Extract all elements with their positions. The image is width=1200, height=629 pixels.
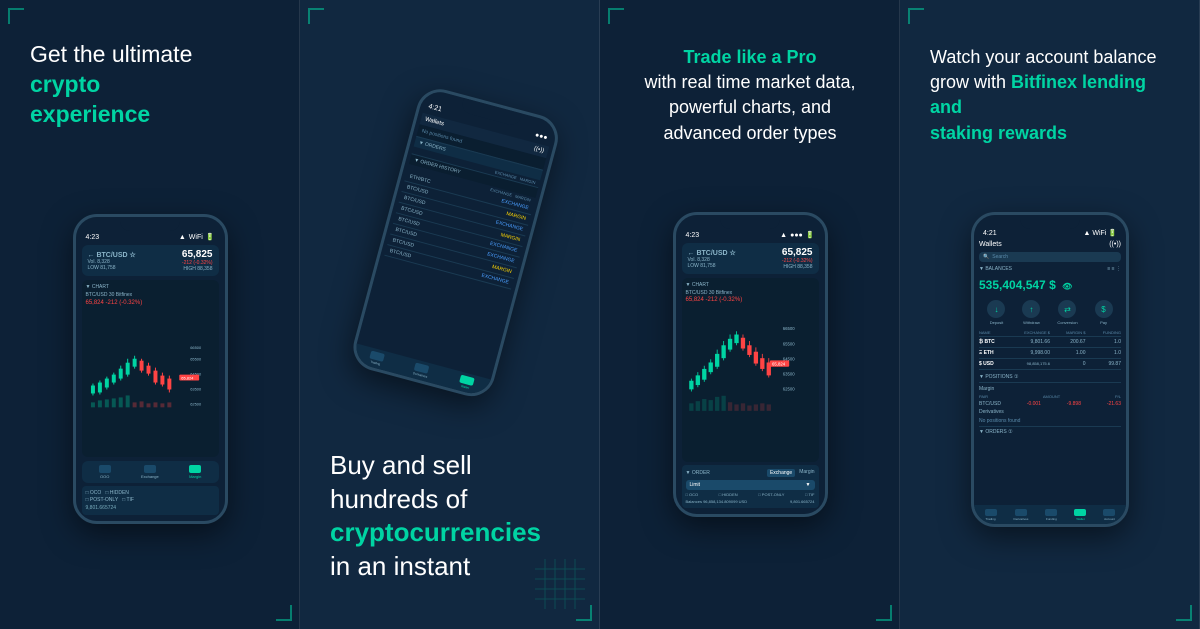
panel2-text: Buy and sell hundreds of cryptocurrencie… <box>330 449 570 584</box>
tab-derivatives-4: Derivatives <box>1014 509 1029 521</box>
tab-funding-4: Funding <box>1045 509 1057 521</box>
corner-bracket-tl-4 <box>908 8 924 24</box>
panel1-headline: Get the ultimate crypto experience <box>30 40 192 130</box>
svg-text:62500: 62500 <box>782 387 795 392</box>
bottom-nav-2: Trading Derivatives Wallet <box>351 343 490 397</box>
svg-text:65,824: 65,824 <box>181 376 194 381</box>
tab-exchange: OOO <box>99 465 111 479</box>
tab-margin: Margin <box>189 465 201 479</box>
position-row-1: BTC/USD -0.001 -9.898 -21.63 <box>979 400 1121 408</box>
phone-screen: 4:23 ▲ WiFi 🔋 ← BTC/USD ☆ <box>76 217 225 521</box>
svg-text:63500: 63500 <box>190 387 202 392</box>
action-buttons: ↓ Deposit ↑ Withdraw ⇄ Conversion $ <box>979 300 1121 325</box>
order-checkboxes: □ OCO □ HIDDEN <box>86 490 215 496</box>
chart-svg-3: 66500 65500 64500 63500 62500 <box>686 304 815 436</box>
conversion-btn: ⇄ Conversion <box>1057 300 1077 325</box>
bottom-nav-4: Trading Derivatives Funding Wallet <box>974 505 1126 524</box>
corner-bracket-tl <box>8 8 24 24</box>
btc-header-3: ← BTC/USD ☆ Vol. 8,328 LOW 81,758 65,825… <box>682 243 819 274</box>
panel-3: Trade like a Pro with real time market d… <box>600 0 900 629</box>
svg-text:63500: 63500 <box>782 372 795 377</box>
phone-mockup-3: 4:23 ▲ ●●● 🔋 ← BTC/USD ☆ Vol. 8,328 <box>673 212 828 517</box>
panel3-headline: Trade like a Pro with real time market d… <box>630 45 870 146</box>
wallets-header: Wallets ((•)) <box>979 241 1121 248</box>
phone-mockup-2: 4:21 ●●● Wallets ((•)) No positions foun… <box>348 84 563 402</box>
tab-wallet-4: Wallet <box>1074 509 1086 521</box>
status-bar-4: 4:21 ▲ WiFi 🔋 <box>979 229 1121 237</box>
phone-4-container: 4:21 ▲ WiFi 🔋 Wallets ((•)) 🔍 Search <box>971 156 1129 584</box>
svg-text:66500: 66500 <box>782 327 795 332</box>
btc-price: 65,825 <box>182 249 213 260</box>
svg-text:65500: 65500 <box>782 342 795 347</box>
svg-text:65500: 65500 <box>190 357 202 362</box>
positions-sub-label: Margin <box>979 385 1121 393</box>
panel2-headline: Buy and sell hundreds of cryptocurrencie… <box>330 449 570 584</box>
phone-screen-3: 4:23 ▲ ●●● 🔋 ← BTC/USD ☆ Vol. 8,328 <box>676 215 825 514</box>
tab-account-4: Account <box>1103 509 1115 521</box>
phone-notch-4 <box>1020 215 1080 229</box>
phone-notch-3 <box>720 215 780 229</box>
order-options: □ POST-ONLY □ TIF <box>86 497 215 503</box>
phone-mockup-4: 4:21 ▲ WiFi 🔋 Wallets ((•)) 🔍 Search <box>971 212 1129 527</box>
panel-1: Get the ultimate crypto experience 4:23 … <box>0 0 300 629</box>
pay-btn: $ Pay <box>1095 300 1113 325</box>
coin-row-eth: Ξ ETH 9,998.00 1.00 1.0 <box>979 348 1121 359</box>
svg-text:65,824: 65,824 <box>772 362 786 367</box>
btc-header: ← BTC/USD ☆ Vol. 8,328 LOW 81,758 <box>82 245 219 276</box>
bottom-tabs: OOO Exchange Margin <box>82 461 219 483</box>
orders-screen: 4:21 ●●● Wallets ((•)) No positions foun… <box>351 87 559 397</box>
panel-4: Watch your account balance grow with Bit… <box>900 0 1200 629</box>
derivatives-sub-label: Derivatives <box>979 408 1121 416</box>
wallet-screen: 4:21 ▲ WiFi 🔋 Wallets ((•)) 🔍 Search <box>974 215 1126 524</box>
corner-bracket-tl-3 <box>608 8 624 24</box>
btc-high: HIGH 88,358 <box>182 266 213 272</box>
coin-table-header: NAME EXCHANGE $ MARGIN $ FUNDING <box>979 329 1121 337</box>
corner-bracket-br-4 <box>1176 605 1192 621</box>
deposit-btn: ↓ Deposit <box>987 300 1005 325</box>
status-icons: ▲ WiFi 🔋 <box>179 233 215 241</box>
order-section-3: ▼ ORDER Exchange Margin Limit ▼ <box>682 465 819 508</box>
panel3-text: Trade like a Pro with real time market d… <box>630 45 870 146</box>
positions-section: ▼ POSITIONS ① Margin PAIR AMOUNT P/L BTC… <box>979 374 1121 426</box>
coin-row-btc: ₿ BTC 9,801.66 200.67 1.0 <box>979 337 1121 348</box>
btc-pair: ← BTC/USD ☆ <box>88 251 136 259</box>
chart-area: ▼ CHART BTC/USD 30 Bitfinex 65,824 -212 … <box>82 280 219 457</box>
panel-2: 4:21 ●●● Wallets ((•)) No positions foun… <box>300 0 600 629</box>
status-bar-3: 4:23 ▲ ●●● 🔋 <box>682 231 819 239</box>
phone-notch <box>120 217 180 231</box>
corner-bracket-br <box>276 605 292 621</box>
chart-area-3: ▼ CHART BTC/USD 30 Bitfinex 65,824 -212 … <box>682 278 819 462</box>
wallet-balance: 535,404,547 $ 👁 <box>979 278 1121 292</box>
chart-label: ▼ CHART <box>86 284 215 290</box>
svg-text:66500: 66500 <box>190 345 202 350</box>
grid-decoration-2 <box>535 559 585 614</box>
svg-text:62500: 62500 <box>190 402 202 407</box>
status-bar: 4:23 ▲ WiFi 🔋 <box>82 233 219 241</box>
btc-low: LOW 81,758 <box>88 265 136 271</box>
balance-display: 9,801.665724 <box>86 505 215 511</box>
withdraw-btn: ↑ Withdraw <box>1022 300 1040 325</box>
panel4-text: Watch your account balance grow with Bit… <box>930 45 1170 146</box>
no-positions-deriv: No positions found <box>979 416 1121 426</box>
chart-indicator: BTC/USD 30 Bitfinex <box>86 292 215 298</box>
search-bar: 🔍 Search <box>979 252 1121 262</box>
orders-bottom-label: ▼ ORDERS ① <box>979 426 1121 435</box>
order-header-3: ▼ ORDER Exchange Margin <box>686 469 815 477</box>
panel4-headline: Watch your account balance grow with Bit… <box>930 45 1170 146</box>
balances-row: Balances 96,858,134.809099 USD 9,801.665… <box>686 499 815 504</box>
phone-mockup-1: 4:23 ▲ WiFi 🔋 ← BTC/USD ☆ <box>73 214 228 524</box>
chart-price-display: 65,824 -212 (-0.32%) <box>86 300 215 306</box>
positions-header: PAIR AMOUNT P/L <box>979 393 1121 400</box>
phone-3-container: 4:23 ▲ ●●● 🔋 ← BTC/USD ☆ Vol. 8,328 <box>673 146 828 584</box>
corner-bracket-br-3 <box>876 605 892 621</box>
balances-label: ▼ BALANCES ≡ ≡ ⋮ <box>979 266 1121 272</box>
tab-trading: Exchange <box>141 465 159 479</box>
candlestick-chart: 66500 65500 64500 63500 62500 <box>86 308 215 443</box>
order-type-selector: Limit ▼ <box>686 480 815 490</box>
coin-row-usd: $ USD 98,858,175.6 0 99.87 <box>979 359 1121 370</box>
tab-trading-4: Trading <box>985 509 997 521</box>
corner-bracket-tl <box>308 8 324 24</box>
order-checkboxes-3: □ OCO □ HIDDEN □ POST-ONLY □ TIF <box>686 492 815 497</box>
order-area: □ OCO □ HIDDEN □ POST-ONLY □ TIF 9,801.6… <box>82 486 219 515</box>
